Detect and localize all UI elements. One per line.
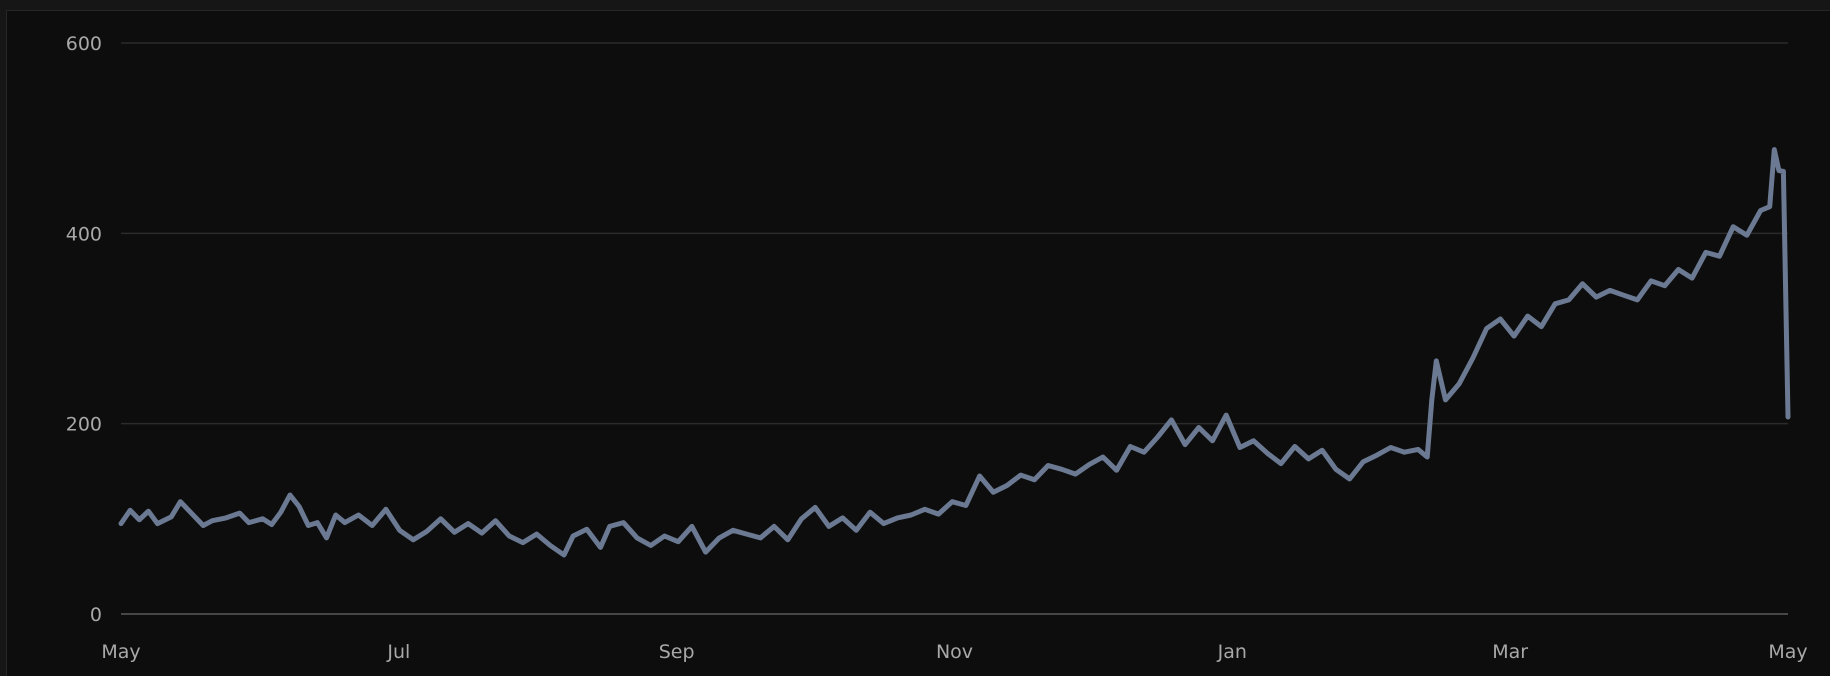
y-tick-label: 600 xyxy=(66,33,102,55)
x-tick-label: May xyxy=(101,641,140,663)
line-chart: 0 200 400 600 May Jul Sep Nov Jan Mar May xyxy=(66,33,1808,663)
x-tick-label: Jan xyxy=(1217,641,1247,663)
x-tick-label: Nov xyxy=(936,641,973,663)
x-tick-label: May xyxy=(1768,641,1807,663)
y-tick-label: 0 xyxy=(90,604,102,626)
plot-area xyxy=(118,147,1791,558)
x-axis: May Jul Sep Nov Jan Mar May xyxy=(101,641,1807,663)
grid-lines xyxy=(121,42,1788,615)
x-tick-label: Sep xyxy=(659,641,695,663)
y-tick-label: 200 xyxy=(66,414,102,436)
y-tick-label: 400 xyxy=(66,223,102,245)
series-line xyxy=(118,147,1791,558)
y-axis: 0 200 400 600 xyxy=(66,33,102,626)
x-tick-label: Jul xyxy=(386,641,410,663)
x-tick-label: Mar xyxy=(1492,641,1528,663)
